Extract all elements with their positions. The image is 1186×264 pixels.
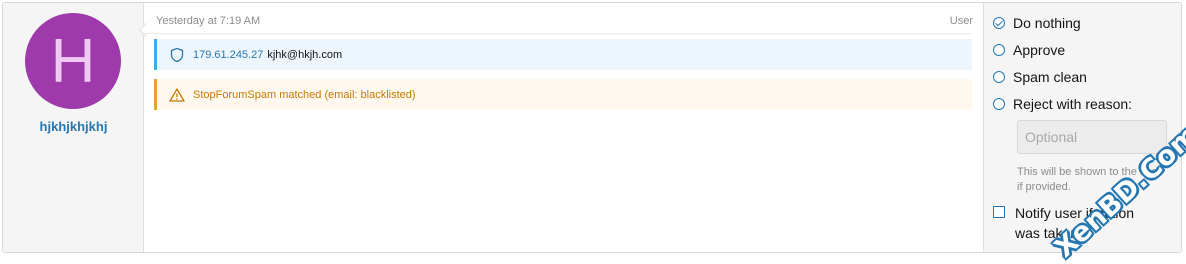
- reject-reason-input[interactable]: Optional: [1017, 120, 1167, 154]
- spam-warning-text: StopForumSpam matched (email: blackliste…: [193, 88, 416, 101]
- message-timestamp[interactable]: Yesterday at 7:19 AM: [156, 15, 260, 27]
- radio-icon[interactable]: [993, 44, 1005, 56]
- option-label: Spam clean: [1013, 69, 1087, 85]
- option-label: Do nothing: [1013, 15, 1081, 31]
- radio-checked-icon[interactable]: [993, 17, 1005, 29]
- radio-icon[interactable]: [993, 71, 1005, 83]
- option-do-nothing[interactable]: Do nothing: [993, 13, 1081, 33]
- meta-divider: [144, 33, 971, 34]
- reason-hint: This will be shown to the user if provid…: [1017, 166, 1162, 193]
- option-reject[interactable]: Reject with reason:: [993, 94, 1132, 114]
- option-label: Reject with reason:: [1013, 96, 1133, 112]
- option-approve[interactable]: Approve: [993, 40, 1065, 60]
- user-column: H hjkhjkhjkhj: [3, 3, 144, 252]
- option-spam-clean[interactable]: Spam clean: [993, 67, 1087, 87]
- user-role: User: [949, 15, 973, 27]
- ip-info-block: 179.61.245.27 kjhk@hkjh.com: [154, 39, 972, 70]
- warning-icon: [169, 87, 185, 103]
- message-meta: Yesterday at 7:19 AM User: [156, 15, 973, 29]
- message-main: Yesterday at 7:19 AM User 179.61.245.27 …: [144, 3, 983, 252]
- notify-option[interactable]: Notify user if action was taken: [993, 203, 1155, 243]
- email-text: kjhk@hkjh.com: [267, 48, 343, 61]
- spam-warning-block: StopForumSpam matched (email: blackliste…: [154, 79, 972, 110]
- radio-icon[interactable]: [993, 98, 1005, 110]
- avatar-letter: H: [50, 26, 96, 96]
- option-label: Approve: [1013, 42, 1066, 58]
- username-link[interactable]: hjkhjkhjkhj: [3, 119, 144, 134]
- notify-label: Notify user if action was taken: [1015, 205, 1135, 241]
- checkbox-icon[interactable]: [993, 206, 1005, 218]
- avatar[interactable]: H: [25, 13, 121, 109]
- moderation-actions: Do nothing Approve Spam clean Reject wit…: [983, 3, 1181, 252]
- approval-queue-item: H hjkhjkhjkhj Yesterday at 7:19 AM User …: [2, 2, 1182, 253]
- ip-address-link[interactable]: 179.61.245.27: [193, 49, 263, 61]
- shield-icon: [169, 47, 185, 63]
